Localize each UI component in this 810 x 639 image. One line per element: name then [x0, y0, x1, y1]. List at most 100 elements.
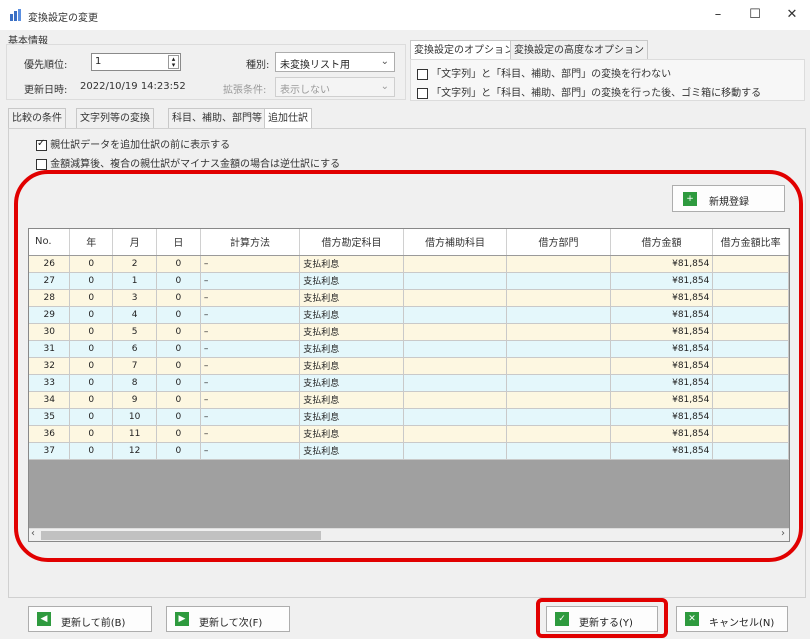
cell-day[interactable]: 0	[156, 289, 201, 307]
cell-debit-amount[interactable]: ¥81,854	[610, 357, 714, 375]
table-row[interactable]: 28 0 3 0– 支払利息 ¥81,854	[29, 289, 789, 307]
cell-day[interactable]: 0	[156, 425, 201, 443]
close-button[interactable]: ✕	[774, 2, 810, 28]
update-next-button[interactable]: ▶ 更新して次(F)	[166, 606, 290, 632]
cell-debit-dept[interactable]	[506, 442, 611, 460]
cell-day[interactable]: 0	[156, 272, 201, 290]
col-header-method[interactable]: 計算方法	[200, 229, 301, 256]
table-row[interactable]: 26 0 2 0– 支払利息 ¥81,854	[29, 255, 789, 273]
cell-method[interactable]: –	[200, 289, 301, 307]
cell-debit-dept[interactable]	[506, 408, 611, 426]
col-header-debit-amount[interactable]: 借方金額	[610, 229, 714, 256]
cell-no[interactable]: 30	[29, 323, 71, 341]
cell-year[interactable]: 0	[69, 255, 114, 273]
cell-debit-dept[interactable]	[506, 391, 611, 409]
cell-month[interactable]: 12	[112, 442, 158, 460]
cell-debit-sub[interactable]	[403, 425, 508, 443]
cell-debit-ratio[interactable]	[712, 374, 789, 392]
cell-month[interactable]: 7	[112, 357, 158, 375]
cell-debit-amount[interactable]: ¥81,854	[610, 272, 714, 290]
cell-method[interactable]: –	[200, 306, 301, 324]
cell-debit-ratio[interactable]	[712, 323, 789, 341]
cell-debit-amount[interactable]: ¥81,854	[610, 289, 714, 307]
cell-no[interactable]: 35	[29, 408, 71, 426]
option-check-1[interactable]: 「文字列」と「科目、補助、部門」の変換を行わない	[417, 65, 671, 80]
cell-method[interactable]: –	[200, 272, 301, 290]
update-prev-button[interactable]: ◀ 更新して前(B)	[28, 606, 152, 632]
cell-year[interactable]: 0	[69, 340, 114, 358]
cell-month[interactable]: 3	[112, 289, 158, 307]
cell-debit-ratio[interactable]	[712, 391, 789, 409]
cell-day[interactable]: 0	[156, 374, 201, 392]
scroll-thumb[interactable]	[41, 531, 321, 540]
col-header-no[interactable]: No.	[29, 229, 71, 256]
cell-debit-ratio[interactable]	[712, 255, 789, 273]
cell-no[interactable]: 28	[29, 289, 71, 307]
tab-string-conversion[interactable]: 文字列等の変換	[76, 108, 154, 128]
cell-year[interactable]: 0	[69, 323, 114, 341]
cell-method[interactable]: –	[200, 374, 301, 392]
col-header-day[interactable]: 日	[156, 229, 201, 256]
cell-month[interactable]: 6	[112, 340, 158, 358]
checkbox[interactable]	[417, 87, 428, 99]
cell-month[interactable]: 2	[112, 255, 158, 273]
cell-method[interactable]: –	[200, 442, 301, 460]
cell-method[interactable]: –	[200, 255, 301, 273]
type-select[interactable]: 未変換リスト用 ⌄	[275, 52, 395, 72]
cell-debit-ratio[interactable]	[712, 289, 789, 307]
cell-day[interactable]: 0	[156, 391, 201, 409]
cancel-button[interactable]: ✕ キャンセル(N)	[676, 606, 788, 632]
table-row[interactable]: 37 0 12 0– 支払利息 ¥81,854	[29, 442, 789, 460]
option-check-2[interactable]: 「文字列」と「科目、補助、部門」の変換を行った後、ゴミ箱に移動する	[417, 84, 761, 99]
cell-year[interactable]: 0	[69, 408, 114, 426]
cell-debit-ratio[interactable]	[712, 425, 789, 443]
update-button[interactable]: ✓ 更新する(Y)	[546, 606, 658, 632]
checkbox-checked[interactable]	[36, 138, 47, 151]
cell-no[interactable]: 33	[29, 374, 71, 392]
cell-debit-account[interactable]: 支払利息	[299, 425, 404, 443]
cell-year[interactable]: 0	[69, 306, 114, 324]
cell-debit-dept[interactable]	[506, 323, 611, 341]
cell-debit-account[interactable]: 支払利息	[299, 340, 404, 358]
cell-month[interactable]: 8	[112, 374, 158, 392]
cell-no[interactable]: 32	[29, 357, 71, 375]
cell-month[interactable]: 9	[112, 391, 158, 409]
cell-no[interactable]: 37	[29, 442, 71, 460]
cell-debit-account[interactable]: 支払利息	[299, 391, 404, 409]
cell-debit-amount[interactable]: ¥81,854	[610, 340, 714, 358]
cell-debit-account[interactable]: 支払利息	[299, 357, 404, 375]
cell-no[interactable]: 26	[29, 255, 71, 273]
cell-debit-amount[interactable]: ¥81,854	[610, 442, 714, 460]
extend-select[interactable]: 表示しない ⌄	[275, 77, 395, 97]
table-row[interactable]: 29 0 4 0– 支払利息 ¥81,854	[29, 306, 789, 324]
cell-debit-amount[interactable]: ¥81,854	[610, 408, 714, 426]
cell-debit-sub[interactable]	[403, 289, 508, 307]
cell-day[interactable]: 0	[156, 255, 201, 273]
cell-debit-sub[interactable]	[403, 391, 508, 409]
cell-day[interactable]: 0	[156, 357, 201, 375]
cell-no[interactable]: 29	[29, 306, 71, 324]
priority-stepper[interactable]: 1 ▴ ▾	[91, 53, 181, 71]
maximize-button[interactable]: ☐	[737, 2, 773, 28]
cell-year[interactable]: 0	[69, 289, 114, 307]
table-row[interactable]: 32 0 7 0– 支払利息 ¥81,854	[29, 357, 789, 375]
table-row[interactable]: 27 0 1 0– 支払利息 ¥81,854	[29, 272, 789, 290]
tab-compare-conditions[interactable]: 比較の条件	[8, 108, 66, 128]
cell-debit-sub[interactable]	[403, 374, 508, 392]
cell-month[interactable]: 5	[112, 323, 158, 341]
cell-no[interactable]: 31	[29, 340, 71, 358]
cell-debit-account[interactable]: 支払利息	[299, 272, 404, 290]
cell-debit-ratio[interactable]	[712, 340, 789, 358]
cell-method[interactable]: –	[200, 425, 301, 443]
cell-debit-amount[interactable]: ¥81,854	[610, 425, 714, 443]
cell-debit-ratio[interactable]	[712, 442, 789, 460]
cell-debit-account[interactable]: 支払利息	[299, 306, 404, 324]
tab-additional-entries[interactable]: 追加仕訳	[264, 108, 312, 129]
cell-year[interactable]: 0	[69, 442, 114, 460]
cell-debit-dept[interactable]	[506, 289, 611, 307]
cell-debit-account[interactable]: 支払利息	[299, 408, 404, 426]
cell-debit-dept[interactable]	[506, 340, 611, 358]
cell-debit-amount[interactable]: ¥81,854	[610, 255, 714, 273]
col-header-debit-ratio[interactable]: 借方金額比率	[712, 229, 789, 256]
cell-debit-ratio[interactable]	[712, 408, 789, 426]
